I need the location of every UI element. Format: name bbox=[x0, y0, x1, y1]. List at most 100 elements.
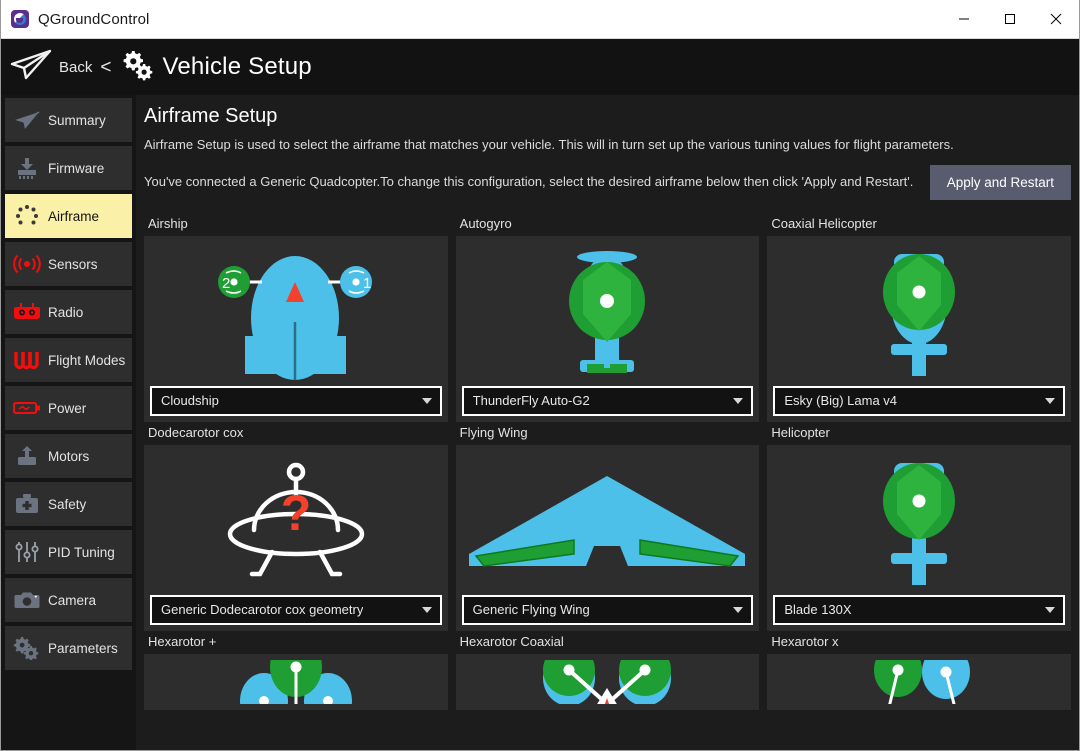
airframe-select-value: Cloudship bbox=[161, 393, 219, 409]
motor-icon bbox=[12, 441, 42, 471]
sidebar-item-summary[interactable]: Summary bbox=[5, 98, 132, 142]
airframe-card[interactable]: 2 1 Cloudship bbox=[144, 235, 448, 422]
autogyro-art-icon bbox=[462, 242, 754, 386]
svg-text:1: 1 bbox=[363, 275, 371, 292]
chevron-down-icon bbox=[733, 606, 744, 613]
chevron-left-icon[interactable]: < bbox=[100, 58, 111, 77]
unknown-airframe-ufo-icon: ? bbox=[150, 451, 442, 595]
sidebar-item-flight-modes[interactable]: Flight Modes bbox=[5, 338, 132, 382]
hexarotor-x-art-icon bbox=[773, 659, 1065, 704]
airframe-cell-airship: Airship 2 1 Cloudship bbox=[144, 213, 448, 422]
airframe-select-value: Generic Dodecarotor cox geometry bbox=[161, 602, 364, 618]
airframe-dots-icon bbox=[12, 201, 42, 231]
gears-icon bbox=[12, 633, 42, 663]
title-bar: QGroundControl bbox=[1, 0, 1079, 39]
sidebar-item-label: Sensors bbox=[48, 256, 98, 272]
helicopter-art-icon bbox=[773, 451, 1065, 595]
airframe-cell-flying-wing: Flying Wing Generic Flying Wing bbox=[455, 422, 760, 631]
sidebar-item-power[interactable]: Power bbox=[5, 386, 132, 430]
hexarotor-coaxial-art-icon bbox=[462, 659, 754, 704]
sidebar-item-label: Motors bbox=[48, 448, 90, 464]
apply-and-restart-button[interactable]: Apply and Restart bbox=[929, 164, 1071, 200]
sidebar: Summary Firmware Airframe Sensors Radio … bbox=[1, 95, 136, 750]
airframe-select-value: ThunderFly Auto-G2 bbox=[472, 393, 590, 409]
airframe-card[interactable]: ? Generic Dodecarotor cox geometry bbox=[144, 444, 448, 631]
airframe-cell-hexarotor-plus: Hexarotor + bbox=[144, 631, 448, 710]
airship-art-icon: 2 1 bbox=[150, 242, 442, 386]
minimize-icon[interactable] bbox=[941, 0, 987, 38]
gears-icon bbox=[120, 49, 154, 86]
qgroundcontrol-logo-icon bbox=[11, 10, 29, 28]
airframe-group-label: Autogyro bbox=[459, 215, 512, 231]
airframe-select[interactable]: Esky (Big) Lama v4 bbox=[773, 385, 1065, 416]
sidebar-item-pid-tuning[interactable]: PID Tuning bbox=[5, 530, 132, 574]
chevron-down-icon bbox=[1044, 397, 1055, 404]
airframe-card[interactable] bbox=[144, 653, 448, 710]
airframe-card[interactable]: ThunderFly Auto-G2 bbox=[455, 235, 760, 422]
sidebar-item-label: Power bbox=[48, 400, 87, 416]
airframe-select[interactable]: Generic Dodecarotor cox geometry bbox=[150, 594, 442, 625]
airframe-select-value: Generic Flying Wing bbox=[472, 602, 590, 618]
airframe-cell-dodecarotor-cox: Dodecarotor cox ? Generic Dodecarotor co… bbox=[144, 422, 448, 631]
sidebar-item-airframe[interactable]: Airframe bbox=[5, 194, 132, 238]
body-split: Summary Firmware Airframe Sensors Radio … bbox=[1, 95, 1079, 750]
airframe-grid: Airship 2 1 Cloudship Autogyro ThunderFl… bbox=[144, 213, 1071, 710]
airframe-cell-coaxial-helicopter: Coaxial Helicopter Esky (Big) Lama v4 bbox=[767, 213, 1071, 422]
download-chip-icon bbox=[12, 153, 42, 183]
main-content: Airframe Setup Airframe Setup is used to… bbox=[136, 95, 1079, 750]
battery-icon bbox=[12, 393, 42, 423]
airframe-card[interactable] bbox=[767, 653, 1071, 710]
camera-icon bbox=[12, 585, 42, 615]
airframe-select[interactable]: Blade 130X bbox=[773, 594, 1065, 625]
sidebar-item-label: Flight Modes bbox=[48, 352, 126, 368]
airframe-group-label: Hexarotor + bbox=[148, 633, 217, 649]
sidebar-item-label: Firmware bbox=[48, 160, 105, 176]
description-line-1: Airframe Setup is used to select the air… bbox=[144, 137, 954, 152]
chevron-down-icon bbox=[421, 397, 432, 404]
paper-plane-icon bbox=[12, 105, 42, 135]
airframe-select[interactable]: Generic Flying Wing bbox=[461, 594, 754, 625]
close-icon[interactable] bbox=[1033, 0, 1079, 38]
section-title: Airframe Setup bbox=[144, 105, 278, 127]
description-row: You've connected a Generic Quadcopter.To… bbox=[144, 164, 1071, 200]
airframe-group-label: Hexarotor Coaxial bbox=[459, 633, 564, 649]
sidebar-item-motors[interactable]: Motors bbox=[5, 434, 132, 478]
coaxial-helicopter-art-icon bbox=[773, 242, 1065, 386]
sidebar-item-label: PID Tuning bbox=[48, 544, 115, 560]
sidebar-item-safety[interactable]: Safety bbox=[5, 482, 132, 526]
chevron-down-icon bbox=[1044, 606, 1055, 613]
airframe-select-value: Blade 130X bbox=[784, 602, 852, 618]
flying-wing-art-icon bbox=[462, 451, 754, 595]
airframe-select[interactable]: ThunderFly Auto-G2 bbox=[461, 385, 754, 416]
window-controls bbox=[941, 0, 1079, 38]
back-button-label[interactable]: Back bbox=[59, 59, 92, 76]
sidebar-item-radio[interactable]: Radio bbox=[5, 290, 132, 334]
hexarotor-plus-art-icon bbox=[150, 659, 442, 704]
airframe-card[interactable]: Blade 130X bbox=[767, 444, 1071, 631]
page-header: Back < Vehicle Setup bbox=[1, 39, 1079, 95]
radio-controller-icon bbox=[12, 297, 42, 327]
airframe-cell-hexarotor-coaxial: Hexarotor Coaxial bbox=[455, 631, 760, 710]
sidebar-item-label: Radio bbox=[48, 304, 84, 320]
airframe-select[interactable]: Cloudship bbox=[150, 385, 442, 416]
chevron-down-icon bbox=[421, 606, 432, 613]
airframe-group-label: Hexarotor x bbox=[771, 633, 839, 649]
svg-text:2: 2 bbox=[222, 275, 230, 292]
airframe-card[interactable]: Esky (Big) Lama v4 bbox=[767, 235, 1071, 422]
sidebar-item-firmware[interactable]: Firmware bbox=[5, 146, 132, 190]
first-aid-kit-icon bbox=[12, 489, 42, 519]
sidebar-item-label: Safety bbox=[48, 496, 87, 512]
airframe-cell-helicopter: Helicopter Blade 130X bbox=[767, 422, 1071, 631]
chevron-down-icon bbox=[733, 397, 744, 404]
sidebar-item-sensors[interactable]: Sensors bbox=[5, 242, 132, 286]
sliders-icon bbox=[12, 537, 42, 567]
airframe-card[interactable]: Generic Flying Wing bbox=[455, 444, 760, 631]
sidebar-item-camera[interactable]: Camera bbox=[5, 578, 132, 622]
application-window: QGroundControl Back < Vehicle Setup Summ… bbox=[0, 0, 1080, 751]
paper-plane-icon[interactable] bbox=[9, 47, 53, 88]
maximize-icon[interactable] bbox=[987, 0, 1033, 38]
svg-text:?: ? bbox=[281, 485, 312, 541]
sidebar-item-parameters[interactable]: Parameters bbox=[5, 626, 132, 670]
airframe-card[interactable] bbox=[455, 653, 760, 710]
airframe-group-label: Dodecarotor cox bbox=[148, 424, 244, 440]
